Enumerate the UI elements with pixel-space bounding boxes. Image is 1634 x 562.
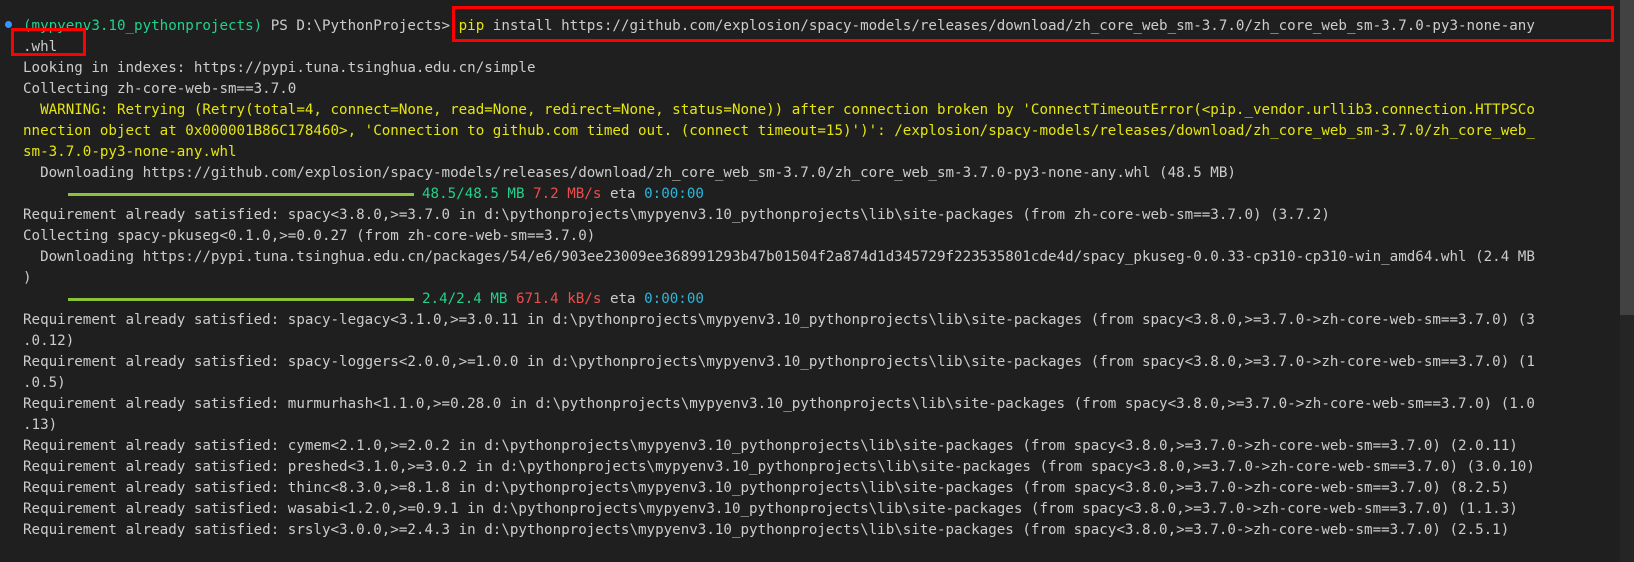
progress-bar: [68, 192, 414, 196]
warning-line: WARNING: Retrying (Retry(total=4, connec…: [23, 102, 1535, 118]
progress-size: 48.5/48.5 MB: [422, 186, 525, 202]
output-line: Requirement already satisfied: thinc<8.3…: [23, 480, 1510, 496]
progress-speed: 7.2 MB/s: [533, 186, 602, 202]
output-line: Requirement already satisfied: spacy<3.8…: [23, 207, 1330, 223]
output-line: .0.12): [23, 333, 75, 349]
output-line: Looking in indexes: https://pypi.tuna.ts…: [23, 60, 536, 76]
output-line: .0.5): [23, 375, 66, 391]
output-line: Collecting spacy-pkuseg<0.1.0,>=0.0.27 (…: [23, 228, 596, 244]
output-line: Requirement already satisfied: srsly<3.0…: [23, 522, 1510, 538]
output-line: Requirement already satisfied: wasabi<1.…: [23, 501, 1518, 517]
progress-eta: 0:00:00: [644, 186, 704, 202]
progress-speed: 671.4 kB/s: [515, 291, 602, 307]
command-highlight-box: [452, 6, 1614, 42]
output-line: Downloading https://github.com/explosion…: [23, 165, 1236, 181]
progress-size: 2.4/2.4 MB: [422, 291, 508, 307]
output-line: ): [23, 270, 32, 286]
command-status-icon: [5, 21, 12, 28]
whl-highlight-box: [11, 28, 86, 56]
output-line: Requirement already satisfied: murmurhas…: [23, 396, 1535, 412]
output-line: Downloading https://pypi.tuna.tsinghua.e…: [23, 249, 1535, 265]
warning-line: sm-3.7.0-py3-none-any.whl: [23, 144, 237, 160]
progress-eta-label: eta: [609, 291, 636, 307]
download-progress-2: 2.4/2.4 MB 671.4 kB/s eta 0:00:00: [23, 289, 704, 310]
output-line: Requirement already satisfied: preshed<3…: [23, 459, 1535, 475]
output-line: .13): [23, 417, 58, 433]
progress-eta: 0:00:00: [644, 291, 704, 307]
progress-eta-label: eta: [609, 186, 636, 202]
output-line: Collecting zh-core-web-sm==3.7.0: [23, 81, 297, 97]
progress-bar: [68, 297, 414, 301]
download-progress-1: 48.5/48.5 MB 7.2 MB/s eta 0:00:00: [23, 184, 704, 205]
terminal-panel[interactable]: (mypyenv3.10_pythonprojects) PS D:\Pytho…: [0, 0, 1634, 562]
output-line: Requirement already satisfied: cymem<2.1…: [23, 438, 1518, 454]
scrollbar-thumb[interactable]: [1620, 0, 1634, 315]
output-line: Requirement already satisfied: spacy-log…: [23, 354, 1535, 370]
warning-line: nnection object at 0x000001B86C178460>, …: [23, 123, 1535, 139]
output-line: Requirement already satisfied: spacy-leg…: [23, 312, 1535, 328]
prompt-path: PS D:\PythonProjects>: [270, 18, 451, 34]
